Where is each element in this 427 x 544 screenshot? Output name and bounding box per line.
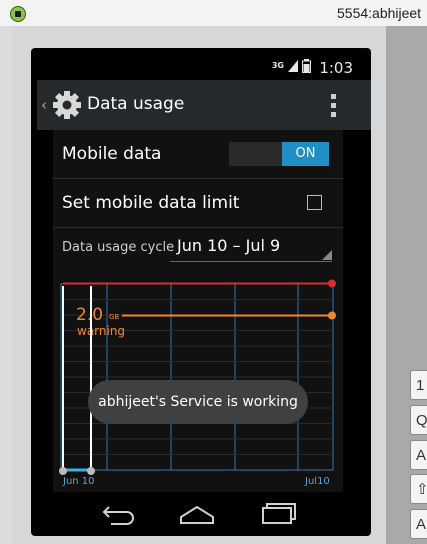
overflow-menu-icon[interactable] [331,94,337,117]
cycle-dropdown[interactable]: Jun 10 – Jul 9 [170,234,332,262]
data-limit-label: Set mobile data limit [62,193,240,213]
clock: 1:03 [319,59,353,77]
warning-handle[interactable] [328,311,336,320]
emulator-app-icon [10,6,26,22]
limit-handle[interactable] [328,279,336,288]
warning-value: 2.0 [76,305,103,325]
x-end-label: Jul10 [304,476,330,487]
sweep-end-handle[interactable] [87,467,95,475]
home-icon[interactable] [177,499,217,527]
keyboard-key-shift[interactable]: ⇧ [410,474,427,504]
dropdown-caret-icon [322,250,332,260]
page-title: Data usage [87,94,185,114]
warning-unit: GB [109,313,119,321]
up-caret-icon[interactable]: ‹ [41,96,47,114]
data-limit-row[interactable]: Set mobile data limit [53,179,343,228]
keyboard-key-a[interactable]: A [410,440,427,470]
action-bar: ‹ Data usage [37,80,371,130]
warning-label: warning [77,324,125,338]
keyboard-key-alt[interactable]: A [410,509,427,539]
x-start-label: Jun 10 [62,476,95,487]
data-limit-checkbox[interactable] [307,195,322,210]
window-title: 5554:abhijeet [337,5,422,21]
toggle-on-label: ON [282,142,329,166]
status-bar: 3G 1:03 [31,54,371,80]
cycle-label: Data usage cycle [62,240,175,255]
keyboard-key-q[interactable]: Q [410,405,427,435]
navigation-bar [31,492,371,536]
recent-apps-icon[interactable] [259,499,299,527]
mobile-data-label: Mobile data [62,144,162,164]
toast-message: abhijeet's Service is working [88,380,308,424]
keyboard-key-1[interactable]: 1 [410,370,427,400]
network-type-indicator: 3G [271,61,284,70]
signal-icon [288,60,298,72]
back-icon[interactable] [99,499,139,527]
cycle-value: Jun 10 – Jul 9 [177,236,281,255]
sweep-start-handle[interactable] [59,467,67,475]
mobile-data-toggle[interactable]: ON [229,142,329,166]
window-title-bar: 5554:abhijeet [0,0,427,27]
gear-icon[interactable] [52,90,82,120]
battery-icon [302,59,311,73]
